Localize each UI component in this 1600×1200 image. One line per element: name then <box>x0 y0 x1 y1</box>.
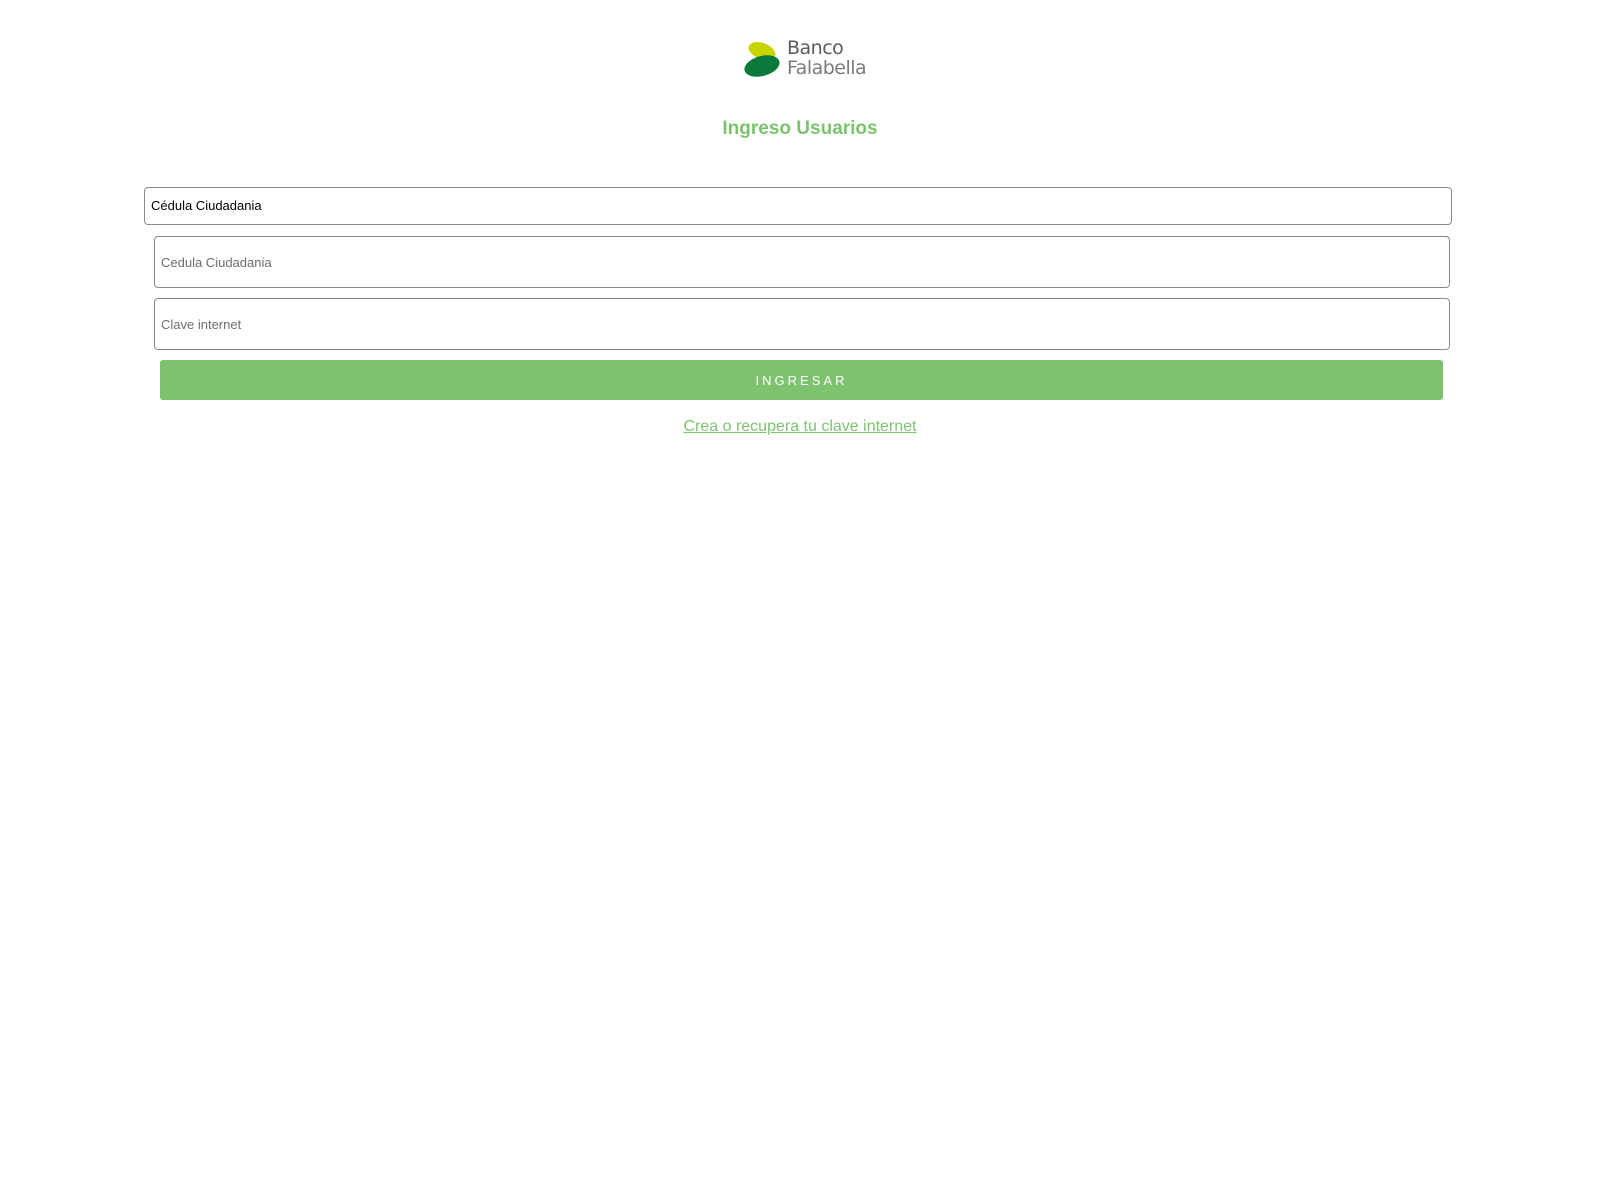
logo-line-1: Banco <box>787 37 844 59</box>
document-type-select[interactable]: Cédula Ciudadania <box>144 187 1452 225</box>
page-title: Ingreso Usuarios <box>722 118 878 139</box>
id-number-input[interactable] <box>154 236 1450 288</box>
password-input[interactable] <box>154 298 1450 350</box>
recover-password-link[interactable]: Crea o recupera tu clave internet <box>683 418 916 435</box>
leaf-icon <box>744 42 780 77</box>
logo-wordmark: Banco Falabella <box>787 37 867 79</box>
submit-button[interactable]: INGRESAR <box>160 360 1443 400</box>
document-type-selected: Cédula Ciudadania <box>151 198 262 213</box>
recover-link-container: Crea o recupera tu clave internet <box>0 417 1600 437</box>
login-page: Banco Falabella Ingreso Usuarios Cédula … <box>0 0 1600 1200</box>
bank-logo: Banco Falabella <box>742 38 882 82</box>
logo-line-2: Falabella <box>787 57 867 79</box>
